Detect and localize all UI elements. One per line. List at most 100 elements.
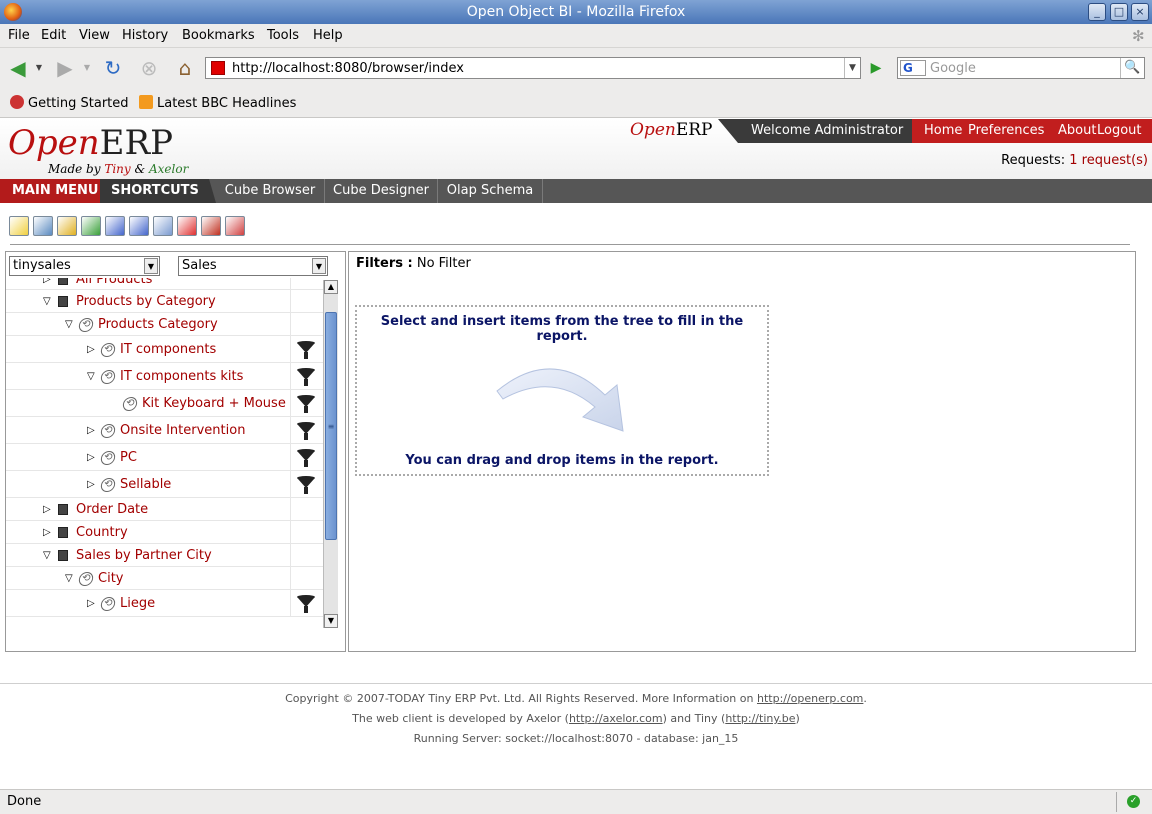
- tree-item-label[interactable]: City: [98, 571, 123, 586]
- expand-triangle-icon[interactable]: ▷: [87, 345, 97, 355]
- menu-file[interactable]: File: [8, 28, 30, 43]
- tree-item-label[interactable]: Kit Keyboard + Mouse: [142, 396, 286, 411]
- redo-icon[interactable]: [81, 216, 101, 236]
- reload-icon[interactable]: ↻: [100, 56, 126, 80]
- report-drop-zone[interactable]: Select and insert items from the tree to…: [355, 305, 769, 476]
- filter-funnel-icon[interactable]: [297, 422, 315, 440]
- tree-row[interactable]: ▷ ⟲ Liege: [6, 590, 323, 617]
- menu-history[interactable]: History: [122, 28, 168, 43]
- tree-row[interactable]: ▽ Products by Category: [6, 290, 323, 313]
- minimize-button[interactable]: _: [1088, 3, 1106, 21]
- tree-row[interactable]: ▷ ⟲ Onsite Intervention: [6, 417, 323, 444]
- expand-triangle-icon[interactable]: ▷: [87, 480, 97, 490]
- tree-scrollbar[interactable]: ▲ ≡ ▼: [323, 280, 338, 628]
- filter-funnel-icon[interactable]: [297, 476, 315, 494]
- tree-item-label[interactable]: Liege: [120, 596, 155, 611]
- new-report-icon[interactable]: [9, 216, 29, 236]
- tree-item-label[interactable]: Products by Category: [76, 294, 216, 309]
- expand-triangle-icon[interactable]: ▷: [43, 278, 53, 285]
- tree-row[interactable]: ▷ Order Date: [6, 498, 323, 521]
- tree-item-label[interactable]: Sellable: [120, 477, 171, 492]
- back-history-icon[interactable]: ▼: [32, 56, 46, 80]
- tree-row[interactable]: ▽ ⟲ IT components kits: [6, 363, 323, 390]
- collapse-triangle-icon[interactable]: ▽: [87, 372, 97, 382]
- save-report-icon[interactable]: [33, 216, 53, 236]
- collapse-triangle-icon[interactable]: ▽: [43, 551, 53, 561]
- tree-item-label[interactable]: Sales by Partner City: [76, 548, 212, 563]
- collapse-triangle-icon[interactable]: ▽: [65, 320, 75, 330]
- home-link[interactable]: Home: [924, 119, 962, 143]
- tree-row[interactable]: ▷ ⟲ IT components: [6, 336, 323, 363]
- expand-triangle-icon[interactable]: ▷: [43, 505, 53, 515]
- filter-funnel-icon[interactable]: [297, 341, 315, 359]
- bookmark-bbc-headlines[interactable]: Latest BBC Headlines: [139, 95, 296, 111]
- stop-icon[interactable]: ⊗: [136, 56, 162, 80]
- shortcuts-button[interactable]: SHORTCUTS: [100, 179, 216, 203]
- forward-icon[interactable]: ▶: [52, 56, 78, 80]
- tree-row[interactable]: ▷ ⟲ Sellable: [6, 471, 323, 498]
- cube-select[interactable]: Sales ▼: [178, 256, 328, 276]
- tree-row[interactable]: ▷ Country: [6, 521, 323, 544]
- requests-link[interactable]: 1 request(s): [1069, 153, 1148, 168]
- tab-olap-schema[interactable]: Olap Schema: [438, 179, 543, 203]
- maximize-button[interactable]: □: [1110, 3, 1128, 21]
- tree-item-label[interactable]: Country: [76, 525, 128, 540]
- scrollbar-thumb[interactable]: ≡: [325, 312, 337, 540]
- close-button[interactable]: ×: [1131, 3, 1149, 21]
- about-link[interactable]: About: [1058, 119, 1096, 143]
- menu-bookmarks[interactable]: Bookmarks: [182, 28, 255, 43]
- search-icon[interactable]: 🔍: [1120, 58, 1144, 78]
- tree-item-label[interactable]: PC: [120, 450, 137, 465]
- axelor-link[interactable]: http://axelor.com: [569, 712, 663, 725]
- filter-funnel-icon[interactable]: [297, 595, 315, 613]
- expand-triangle-icon[interactable]: ▷: [87, 453, 97, 463]
- tiny-link[interactable]: http://tiny.be: [725, 712, 795, 725]
- menu-edit[interactable]: Edit: [41, 28, 66, 43]
- bookmark-getting-started[interactable]: Getting Started: [10, 95, 129, 111]
- export-chart-icon[interactable]: [225, 216, 245, 236]
- tree-item-label[interactable]: All Products: [76, 278, 152, 287]
- expand-triangle-icon[interactable]: ▷: [87, 426, 97, 436]
- table-view-icon[interactable]: [153, 216, 173, 236]
- tab-cube-designer[interactable]: Cube Designer: [325, 179, 438, 203]
- filter-funnel-icon[interactable]: [297, 395, 315, 413]
- search-bar[interactable]: G Google 🔍: [897, 57, 1145, 79]
- tree-item-label[interactable]: Onsite Intervention: [120, 423, 245, 438]
- logout-link[interactable]: Logout: [1097, 119, 1142, 143]
- filter-funnel-icon[interactable]: [297, 368, 315, 386]
- go-button[interactable]: ▶: [866, 58, 886, 78]
- tree-row[interactable]: ▷ ⟲ PC: [6, 444, 323, 471]
- collapse-triangle-icon[interactable]: ▽: [43, 297, 53, 307]
- pie-chart-icon[interactable]: [201, 216, 221, 236]
- url-history-dropdown-icon[interactable]: ▼: [844, 58, 860, 78]
- swap-axes-icon[interactable]: [105, 216, 125, 236]
- tab-cube-browser[interactable]: Cube Browser: [216, 179, 325, 203]
- schema-select[interactable]: tinysales ▼: [9, 256, 160, 276]
- undo-icon[interactable]: [57, 216, 77, 236]
- drill-down-icon[interactable]: [129, 216, 149, 236]
- home-icon[interactable]: ⌂: [172, 56, 198, 80]
- back-icon[interactable]: ◀: [5, 56, 31, 80]
- expand-triangle-icon[interactable]: ▷: [87, 599, 97, 609]
- scroll-up-icon[interactable]: ▲: [324, 280, 338, 294]
- tree-row[interactable]: ▽ ⟲ City: [6, 567, 323, 590]
- preferences-link[interactable]: Preferences: [968, 119, 1044, 143]
- filter-funnel-icon[interactable]: [297, 449, 315, 467]
- menu-view[interactable]: View: [79, 28, 110, 43]
- collapse-triangle-icon[interactable]: ▽: [65, 574, 75, 584]
- bar-chart-icon[interactable]: [177, 216, 197, 236]
- scroll-down-icon[interactable]: ▼: [324, 614, 338, 628]
- openerp-logo[interactable]: OpenERP Made by Tiny & Axelor: [8, 123, 188, 176]
- search-engine-icon[interactable]: G: [900, 60, 926, 76]
- tree-item-label[interactable]: IT components: [120, 342, 216, 357]
- forward-history-icon[interactable]: ▼: [80, 56, 94, 80]
- tree-item-label[interactable]: IT components kits: [120, 369, 243, 384]
- tree-row[interactable]: ▽ ⟲ Products Category: [6, 313, 323, 336]
- tree-row[interactable]: ▷ All Products: [6, 278, 323, 290]
- url-bar[interactable]: http://localhost:8080/browser/index ▼: [205, 57, 861, 79]
- expand-triangle-icon[interactable]: ▷: [43, 528, 53, 538]
- openerp-link[interactable]: http://openerp.com: [757, 692, 863, 705]
- tree-row[interactable]: ▽ Sales by Partner City: [6, 544, 323, 567]
- menu-help[interactable]: Help: [313, 28, 343, 43]
- tree-row[interactable]: ⟲ Kit Keyboard + Mouse: [6, 390, 323, 417]
